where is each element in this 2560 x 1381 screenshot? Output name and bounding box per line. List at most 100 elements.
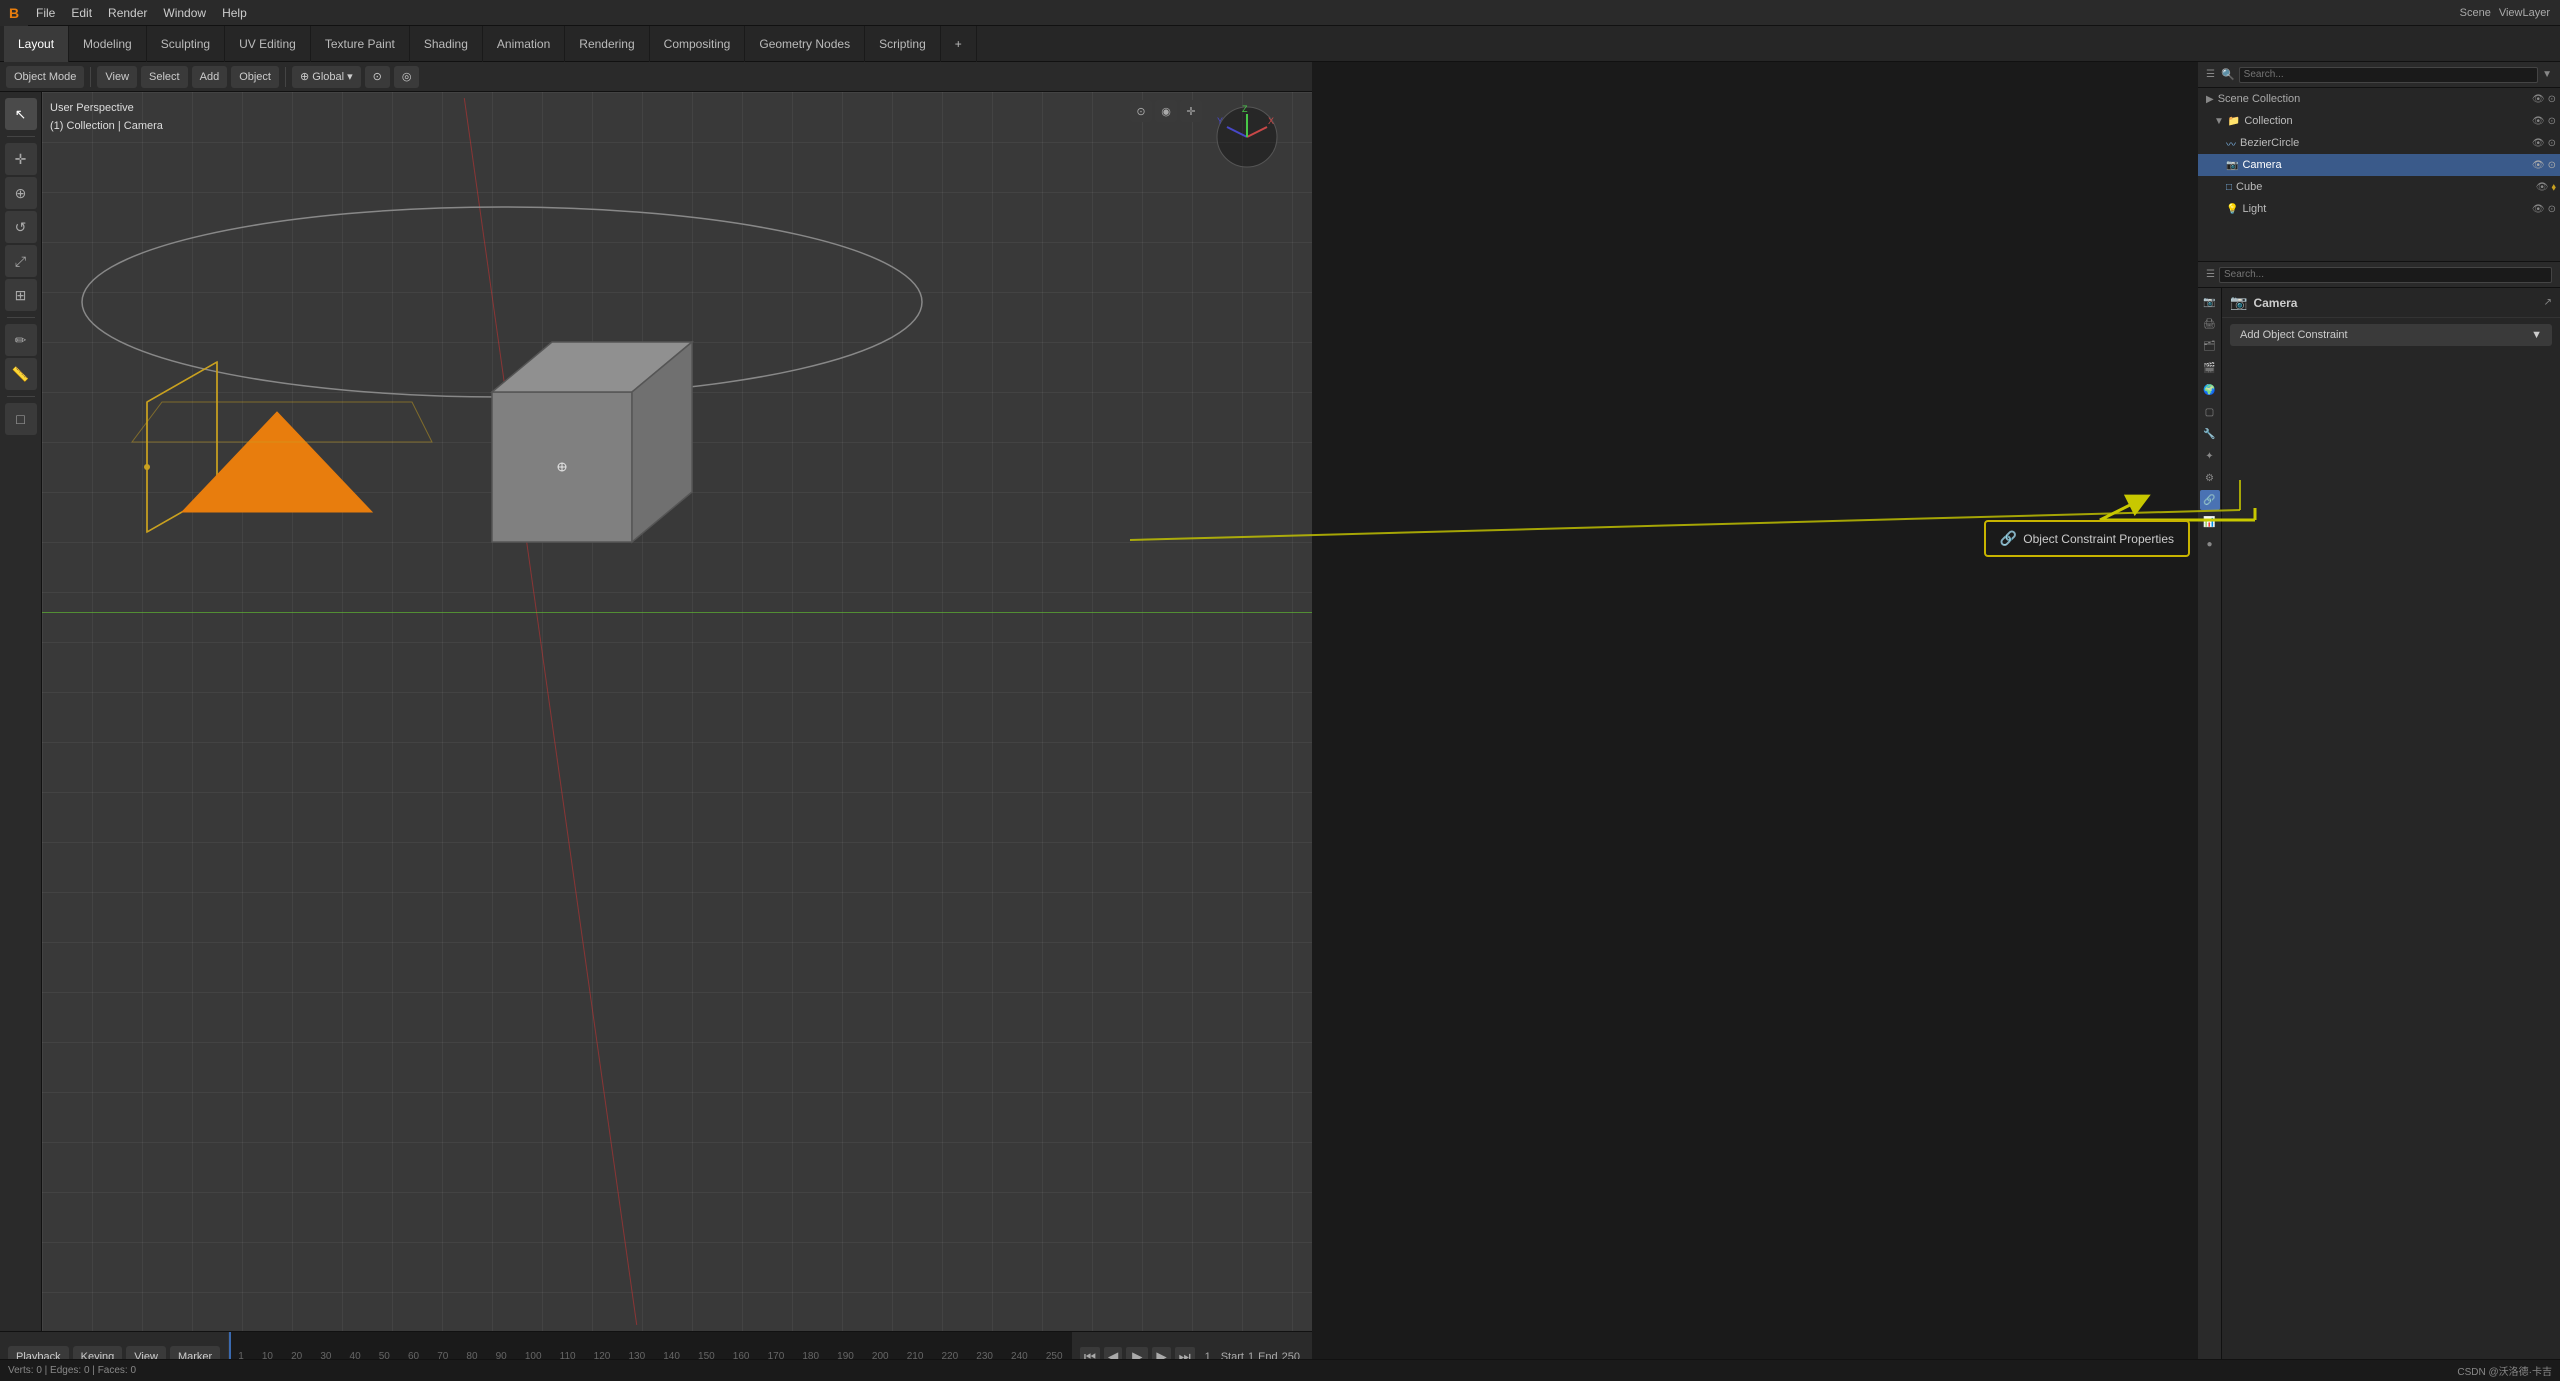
move-tool[interactable]: ⊕ (5, 177, 37, 209)
scene-collection-row[interactable]: ▶ Scene Collection 👁 ⊙ (2198, 88, 2560, 110)
tab-geometry-nodes[interactable]: Geometry Nodes (745, 26, 865, 62)
global-btn[interactable]: ⊕ Global ▾ (292, 66, 361, 88)
transform-tool[interactable]: ⊞ (5, 279, 37, 311)
collection-eye[interactable]: 👁 (2532, 116, 2545, 127)
viewport-shading-btn[interactable]: ⊙ (1130, 100, 1152, 122)
tab-sculpting[interactable]: Sculpting (147, 26, 225, 62)
properties-panel: ☰ 📷 🖨 🗂 🎬 🌍 ▢ 🔧 ✦ ⚙ 🔗 📊 ● 📷 Camera ↗ (2198, 262, 2560, 1359)
right-panel: ☰ 🔍 ▼ ▶ Scene Collection 👁 ⊙ ▼ 📁 Collect… (2198, 62, 2560, 1359)
outliner-camera[interactable]: 📷 Camera 👁 ⊙ (2198, 154, 2560, 176)
outliner-search[interactable] (2239, 67, 2538, 83)
outliner-eye-icon[interactable]: 👁 (2532, 94, 2545, 105)
outliner-cube[interactable]: □ Cube 👁 ⬧ (2198, 176, 2560, 198)
bezier-label: BezierCircle (2240, 137, 2299, 149)
collection-restrict[interactable]: ⊙ (2548, 116, 2556, 127)
prop-object-icon[interactable]: ▢ (2200, 402, 2220, 422)
light-restrict[interactable]: ⊙ (2548, 204, 2556, 215)
properties-search[interactable] (2219, 267, 2552, 283)
outliner-restrict-icon[interactable]: ⊙ (2548, 94, 2556, 105)
prop-output-icon[interactable]: 🖨 (2200, 314, 2220, 334)
prop-constraints-icon[interactable]: 🔗 (2200, 490, 2220, 510)
viewport-overlay: User Perspective (1) Collection | Camera (50, 100, 163, 135)
prop-viewlayer-icon[interactable]: 🗂 (2200, 336, 2220, 356)
annotate-tool[interactable]: ✏ (5, 324, 37, 356)
select-menu[interactable]: Select (141, 66, 188, 88)
toolbar-sep-2 (7, 317, 35, 318)
status-right: CSDN @沃洛德·卡吉 (2457, 1363, 2552, 1378)
light-icon: 💡 (2226, 204, 2238, 215)
prop-material-icon[interactable]: ● (2200, 534, 2220, 554)
add-constraint-btn[interactable]: Add Object Constraint ▼ (2230, 324, 2552, 346)
measure-tool[interactable]: 📏 (5, 358, 37, 390)
tab-compositing[interactable]: Compositing (650, 26, 746, 62)
prop-data-icon[interactable]: 📊 (2200, 512, 2220, 532)
svg-text:Y: Y (1217, 116, 1223, 126)
select-tool[interactable]: ↖ (5, 98, 37, 130)
tab-modeling[interactable]: Modeling (69, 26, 147, 62)
mini-gizmo[interactable]: X Y Z (1212, 102, 1282, 172)
tab-animation[interactable]: Animation (483, 26, 565, 62)
add-constraint-label: Add Object Constraint (2240, 329, 2348, 341)
prop-expand-icon[interactable]: ↗ (2544, 297, 2552, 308)
outliner-panel: ☰ 🔍 ▼ ▶ Scene Collection 👁 ⊙ ▼ 📁 Collect… (2198, 62, 2560, 262)
toolbar-sep-3 (7, 396, 35, 397)
camera-restrict[interactable]: ⊙ (2548, 160, 2556, 171)
add-cube-tool[interactable]: □ (5, 403, 37, 435)
prop-particles-icon[interactable]: ✦ (2200, 446, 2220, 466)
viewport-header: Object Mode View Select Add Object ⊕ Glo… (0, 62, 1312, 92)
viewport-gizmo-btn[interactable]: ✛ (1180, 100, 1202, 122)
menu-render[interactable]: Render (100, 0, 155, 26)
rotate-tool[interactable]: ↺ (5, 211, 37, 243)
outliner-filter-btn[interactable]: ▼ (2542, 69, 2552, 80)
cube-restrict[interactable]: ⬧ (2552, 182, 2557, 193)
menu-file[interactable]: File (28, 0, 63, 26)
header-divider-2 (285, 67, 286, 87)
view-collection: (1) Collection | Camera (50, 118, 163, 136)
scene-label: Scene (2460, 7, 2491, 19)
view-menu[interactable]: View (97, 66, 137, 88)
prop-scene-icon[interactable]: 🎬 (2200, 358, 2220, 378)
outliner-light[interactable]: 💡 Light 👁 ⊙ (2198, 198, 2560, 220)
tab-rendering[interactable]: Rendering (565, 26, 649, 62)
outliner-bezier[interactable]: 〰 BezierCircle 👁 ⊙ (2198, 132, 2560, 154)
tab-uv-editing[interactable]: UV Editing (225, 26, 311, 62)
camera-row: 📷 Camera ↗ (2222, 288, 2560, 318)
object-mode-btn[interactable]: Object Mode (6, 66, 84, 88)
cube-eye[interactable]: 👁 (2536, 182, 2549, 193)
blender-logo[interactable]: B (0, 0, 28, 26)
prop-render-icon[interactable]: 📷 (2200, 292, 2220, 312)
viewport-overlay-btn[interactable]: ◉ (1155, 100, 1177, 122)
light-eye[interactable]: 👁 (2532, 204, 2545, 215)
toolbar-sep-1 (7, 136, 35, 137)
snap-btn[interactable]: ⊙ (365, 66, 390, 88)
object-menu[interactable]: Object (231, 66, 279, 88)
tab-shading[interactable]: Shading (410, 26, 483, 62)
add-menu[interactable]: Add (192, 66, 228, 88)
prop-physics-icon[interactable]: ⚙ (2200, 468, 2220, 488)
camera-eye[interactable]: 👁 (2532, 160, 2545, 171)
tab-texture-paint[interactable]: Texture Paint (311, 26, 410, 62)
constraint-tooltip-label: Object Constraint Properties (2023, 532, 2174, 546)
camera-prop-label: Camera (2253, 296, 2297, 310)
tab-add[interactable]: + (941, 26, 977, 62)
tab-scripting[interactable]: Scripting (865, 26, 941, 62)
menu-window[interactable]: Window (155, 0, 214, 26)
prop-world-icon[interactable]: 🌍 (2200, 380, 2220, 400)
camera-label-out: Camera (2242, 159, 2281, 171)
proportional-btn[interactable]: ◎ (394, 66, 420, 88)
constraint-tooltip-icon: 🔗 (2000, 530, 2017, 547)
bezier-eye[interactable]: 👁 (2532, 138, 2545, 149)
prop-modifier-icon[interactable]: 🔧 (2200, 424, 2220, 444)
viewport-3d[interactable]: User Perspective (1) Collection | Camera… (42, 92, 1312, 1331)
menu-help[interactable]: Help (214, 0, 255, 26)
cursor-tool[interactable]: ✛ (5, 143, 37, 175)
tab-layout[interactable]: Layout (4, 26, 69, 62)
properties-icon-sidebar: 📷 🖨 🗂 🎬 🌍 ▢ 🔧 ✦ ⚙ 🔗 📊 ● (2198, 288, 2222, 1359)
outliner-collection[interactable]: ▼ 📁 Collection 👁 ⊙ (2198, 110, 2560, 132)
menu-edit[interactable]: Edit (63, 0, 100, 26)
scale-tool[interactable]: ⤢ (5, 245, 37, 277)
bezier-restrict[interactable]: ⊙ (2548, 138, 2556, 149)
collection-triangle-icon: ▼ (2214, 116, 2224, 127)
scene-collection-label: Scene Collection (2218, 93, 2301, 105)
status-vertices: Verts: 0 | Edges: 0 | Faces: 0 (8, 1365, 136, 1376)
